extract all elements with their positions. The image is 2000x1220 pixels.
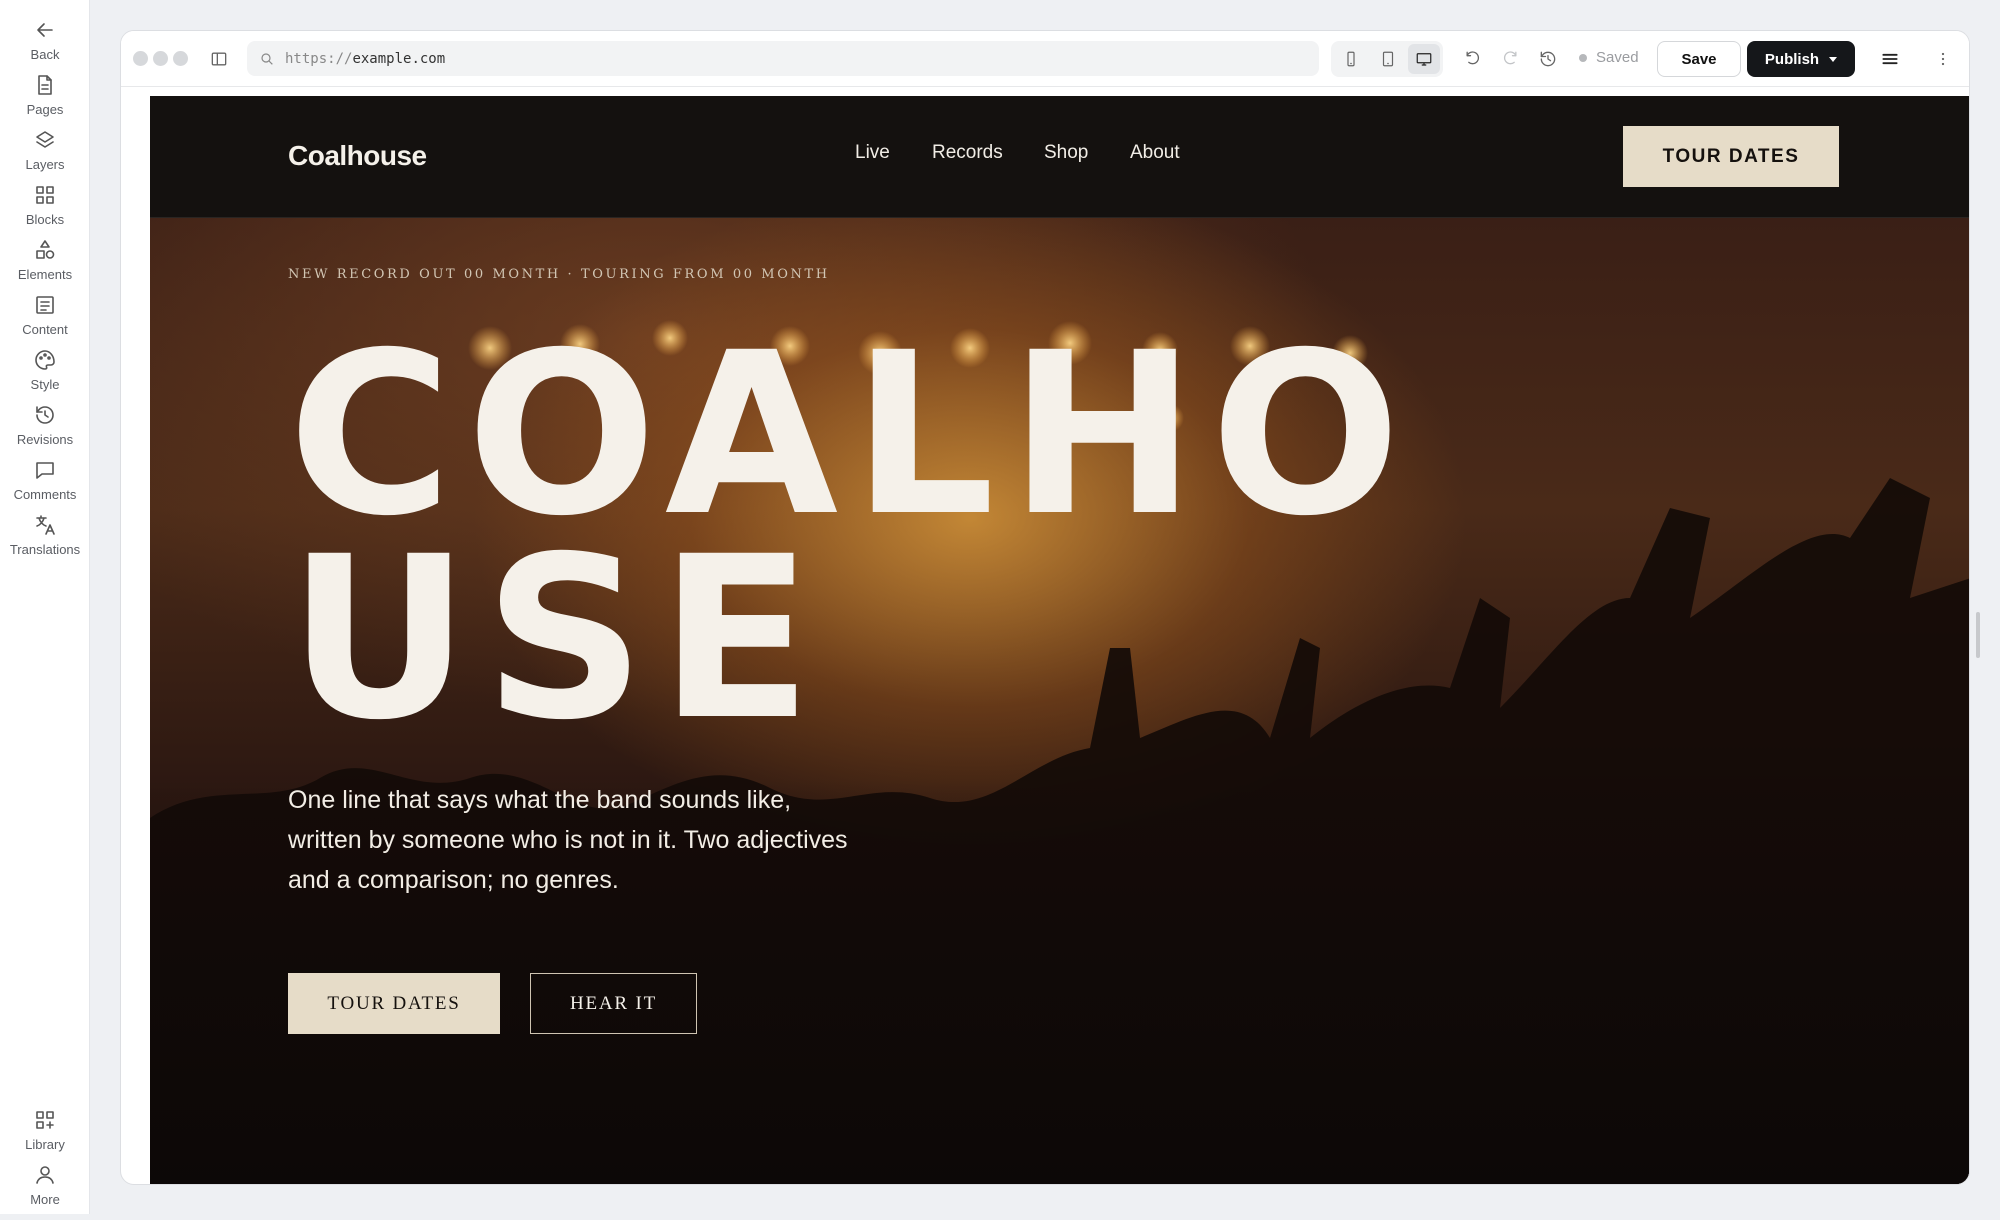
url-scheme: https:// xyxy=(285,50,353,67)
nav-link-live[interactable]: Live xyxy=(855,142,890,164)
rail-label: More xyxy=(30,1192,60,1207)
rail-label: Blocks xyxy=(25,212,65,227)
rail-revisions[interactable]: Revisions xyxy=(0,403,90,453)
hero-headline: COALHOUSE xyxy=(288,304,1415,769)
blocks-icon xyxy=(36,186,54,204)
save-button[interactable]: Save xyxy=(1657,41,1741,77)
redo-icon[interactable] xyxy=(1498,47,1522,71)
mobile-icon xyxy=(1347,51,1355,67)
rail-comments[interactable]: Comments xyxy=(0,458,90,508)
tablet-icon xyxy=(1382,51,1394,67)
nav-link-about[interactable]: About xyxy=(1130,142,1180,164)
url-host: example.com xyxy=(352,50,446,67)
shapes-icon xyxy=(36,240,55,259)
rail-pages[interactable]: Pages xyxy=(0,73,90,123)
rail-label: Comments xyxy=(13,487,77,502)
site-preview-canvas: Coalhouse Live Records Shop About TOUR D… xyxy=(150,96,1969,1184)
rail-more[interactable]: More xyxy=(0,1163,90,1213)
resize-handle[interactable] xyxy=(1976,612,1980,658)
window-dot xyxy=(133,51,148,66)
nav-tour-dates-button[interactable]: TOUR DATES xyxy=(1623,126,1839,187)
history-icon xyxy=(36,406,54,424)
editor-toolbar: https://example.com Saved Save Publish xyxy=(121,31,1969,87)
hero-tour-dates-button[interactable]: TOUR DATES xyxy=(288,973,500,1034)
window-dot xyxy=(153,51,168,66)
rail-label: Style xyxy=(30,377,60,392)
rail-style[interactable]: Style xyxy=(0,348,90,398)
device-switcher xyxy=(1331,41,1443,77)
rail-label: Elements xyxy=(17,267,73,282)
rail-label: Back xyxy=(30,47,60,62)
rail-back[interactable]: Back xyxy=(0,18,90,68)
desktop-icon xyxy=(1416,53,1432,66)
rail-translations[interactable]: Translations xyxy=(0,513,90,563)
publish-label: Publish xyxy=(1764,50,1820,68)
nav-link-records[interactable]: Records xyxy=(932,142,1003,164)
rail-label: Pages xyxy=(26,102,64,117)
rail-library[interactable]: Library xyxy=(0,1108,90,1158)
hero-tagline: One line that says what the band sounds … xyxy=(288,786,848,894)
url-bar[interactable]: https://example.com xyxy=(247,41,1319,76)
rail-blocks[interactable]: Blocks xyxy=(0,183,90,233)
hero-hear-it-button[interactable]: HEAR IT xyxy=(530,973,697,1034)
hero-eyebrow: NEW RECORD OUT 00 MONTH · TOURING FROM 0… xyxy=(288,267,830,282)
rail-elements[interactable]: Elements xyxy=(0,238,90,288)
page-icon xyxy=(38,75,52,95)
rail-label: Content xyxy=(22,322,68,337)
url-text: https://example.com xyxy=(285,51,445,67)
more-vertical-icon[interactable] xyxy=(1931,47,1955,71)
rail-layers[interactable]: Layers xyxy=(0,128,90,178)
left-tool-rail: Back Pages Layers Blocks Elements Conten… xyxy=(0,0,90,1214)
rail-content[interactable]: Content xyxy=(0,293,90,343)
device-tablet-button[interactable] xyxy=(1372,44,1404,74)
device-desktop-button[interactable] xyxy=(1408,44,1440,74)
window-dot xyxy=(173,51,188,66)
save-status-label: Saved xyxy=(1596,49,1639,66)
user-icon xyxy=(36,1166,54,1184)
status-dot xyxy=(1579,53,1587,62)
translate-icon xyxy=(36,515,55,535)
undo-icon[interactable] xyxy=(1461,47,1485,71)
hero-section: NEW RECORD OUT 00 MONTH · TOURING FROM 0… xyxy=(150,218,1969,1184)
history-icon[interactable] xyxy=(1536,47,1560,71)
rail-label: Revisions xyxy=(16,432,74,447)
rail-label: Translations xyxy=(9,542,81,557)
library-icon xyxy=(36,1111,54,1129)
save-status: Saved xyxy=(1579,49,1639,66)
sidebar-toggle-icon[interactable] xyxy=(207,47,231,71)
site-logo[interactable]: Coalhouse xyxy=(288,140,427,172)
menu-icon[interactable] xyxy=(1878,47,1902,71)
site-navbar: Coalhouse Live Records Shop About TOUR D… xyxy=(150,96,1969,218)
search-icon xyxy=(261,52,273,65)
publish-button[interactable]: Publish xyxy=(1747,41,1855,77)
layers-icon xyxy=(36,131,54,148)
browser-frame: https://example.com Saved Save Publish C… xyxy=(120,30,1970,1185)
rail-label: Library xyxy=(25,1137,65,1152)
content-icon xyxy=(36,296,54,314)
palette-icon xyxy=(35,350,55,370)
chevron-down-icon xyxy=(1829,56,1838,62)
comment-icon xyxy=(36,462,54,479)
arrow-left-icon xyxy=(37,23,53,37)
rail-label: Layers xyxy=(25,157,65,172)
nav-link-shop[interactable]: Shop xyxy=(1044,142,1088,164)
device-mobile-button[interactable] xyxy=(1335,44,1367,74)
